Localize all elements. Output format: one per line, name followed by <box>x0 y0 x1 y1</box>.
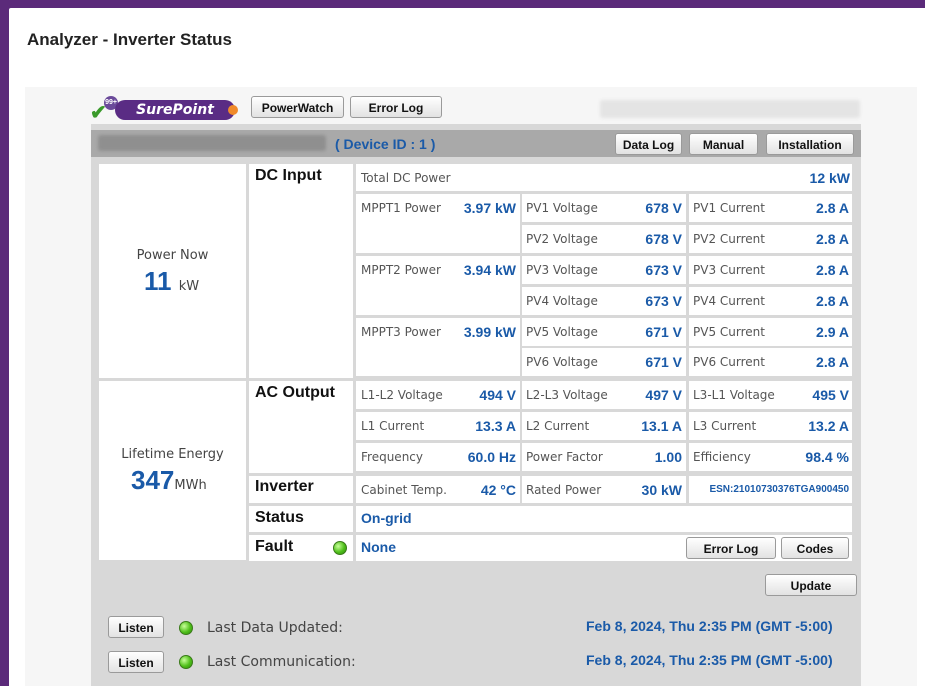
update-button[interactable]: Update <box>765 574 857 596</box>
ac-value: 494 V <box>479 387 516 403</box>
data-log-button[interactable]: Data Log <box>615 133 682 155</box>
brand-name: SurePoint <box>115 100 235 120</box>
dc-input-title: DC Input <box>255 167 322 184</box>
installation-button[interactable]: Installation <box>766 133 854 155</box>
powerwatch-button[interactable]: PowerWatch <box>251 96 344 118</box>
status-value: On-grid <box>361 510 412 526</box>
ac-value: 13.3 A <box>475 418 516 434</box>
last-comm-label: Last Communication: <box>207 654 356 670</box>
status-row <box>356 506 852 532</box>
mppt-value: 3.99 kW <box>463 324 516 340</box>
pv-current-value: 2.8 A <box>816 293 849 309</box>
mppt-value: 3.97 kW <box>463 200 516 216</box>
ac-label: Frequency <box>361 450 423 464</box>
last-data-value: Feb 8, 2024, Thu 2:35 PM (GMT -5:00) <box>586 618 833 634</box>
pv-current-value: 2.8 A <box>816 231 849 247</box>
pv-current-label: PV3 Current <box>693 263 765 277</box>
status-title: Status <box>255 509 304 526</box>
redacted-device-name <box>98 135 326 151</box>
last-data-label: Last Data Updated: <box>207 620 343 636</box>
ac-value: 1.00 <box>654 449 682 465</box>
pv-voltage-value: 673 V <box>645 262 682 278</box>
rated-power-label: Rated Power <box>526 483 602 497</box>
total-dc-label: Total DC Power <box>361 171 451 185</box>
pv-current-label: PV2 Current <box>693 232 765 246</box>
pv-current-label: PV5 Current <box>693 325 765 339</box>
pv-current-value: 2.9 A <box>816 324 849 340</box>
lifetime-energy-value: 347MWh <box>131 465 207 495</box>
pv-voltage-label: PV2 Voltage <box>526 232 598 246</box>
top-error-log-button[interactable]: Error Log <box>350 96 442 118</box>
pv-current-value: 2.8 A <box>816 262 849 278</box>
pv-current-label: PV1 Current <box>693 201 765 215</box>
power-now-value: 11 kW <box>144 266 200 296</box>
last-comm-value: Feb 8, 2024, Thu 2:35 PM (GMT -5:00) <box>586 652 833 668</box>
ac-value: 495 V <box>812 387 849 403</box>
fault-title: Fault <box>255 538 294 555</box>
lifetime-energy-label: Lifetime Energy <box>121 447 224 462</box>
ac-label: L3 Current <box>693 419 757 433</box>
ac-value: 497 V <box>645 387 682 403</box>
last-comm-led-icon <box>179 655 193 669</box>
power-now-label: Power Now <box>136 248 209 263</box>
pv-current-value: 2.8 A <box>816 354 849 370</box>
fault-error-log-button[interactable]: Error Log <box>686 537 776 559</box>
esn-value: ESN:21010730376TGA900450 <box>709 484 849 495</box>
redacted-info <box>600 100 860 118</box>
ac-label: L1 Current <box>361 419 425 433</box>
ac-value: 98.4 % <box>805 449 849 465</box>
ac-value: 13.2 A <box>808 418 849 434</box>
last-data-led-icon <box>179 621 193 635</box>
ac-label: L2 Current <box>526 419 590 433</box>
pv-voltage-label: PV4 Voltage <box>526 294 598 308</box>
pv-voltage-value: 671 V <box>645 354 682 370</box>
ac-label: Power Factor <box>526 450 603 464</box>
fault-row <box>356 535 852 561</box>
codes-button[interactable]: Codes <box>781 537 849 559</box>
ac-value: 60.0 Hz <box>467 449 516 465</box>
pv-voltage-value: 678 V <box>645 231 682 247</box>
brand-dot-icon <box>228 105 238 115</box>
inverter-title: Inverter <box>255 478 314 495</box>
pv-voltage-label: PV3 Voltage <box>526 263 598 277</box>
pv-current-label: PV6 Current <box>693 355 765 369</box>
listen-button-data[interactable]: Listen <box>108 616 164 638</box>
pv-current-value: 2.8 A <box>816 200 849 216</box>
mppt-label: MPPT1 Power <box>361 201 441 215</box>
fault-value: None <box>361 539 396 555</box>
page-title: Analyzer - Inverter Status <box>27 30 233 49</box>
ac-output-title: AC Output <box>255 384 335 401</box>
cabinet-temp-value: 42 °C <box>480 482 516 498</box>
manual-button[interactable]: Manual <box>689 133 758 155</box>
pv-voltage-value: 671 V <box>645 324 682 340</box>
pv-current-label: PV4 Current <box>693 294 765 308</box>
pv-voltage-label: PV1 Voltage <box>526 201 598 215</box>
device-id: ( Device ID : 1 ) <box>335 136 436 152</box>
ac-value: 13.1 A <box>641 418 682 434</box>
total-dc-value: 12 kW <box>809 170 850 186</box>
pv-voltage-label: PV5 Voltage <box>526 325 598 339</box>
mppt-label: MPPT2 Power <box>361 263 441 277</box>
listen-button-comm[interactable]: Listen <box>108 651 164 673</box>
pv-voltage-value: 678 V <box>645 200 682 216</box>
dc-input-label-cell <box>249 164 353 378</box>
pv-voltage-label: PV6 Voltage <box>526 355 598 369</box>
mppt-label: MPPT3 Power <box>361 325 441 339</box>
rated-power-value: 30 kW <box>641 482 682 498</box>
ac-label: Efficiency <box>693 450 751 464</box>
surepoint-logo: ✔ 99+ SurePoint <box>90 96 240 124</box>
fault-status-led-icon <box>333 541 347 555</box>
mppt-value: 3.94 kW <box>463 262 516 278</box>
pv-voltage-value: 673 V <box>645 293 682 309</box>
